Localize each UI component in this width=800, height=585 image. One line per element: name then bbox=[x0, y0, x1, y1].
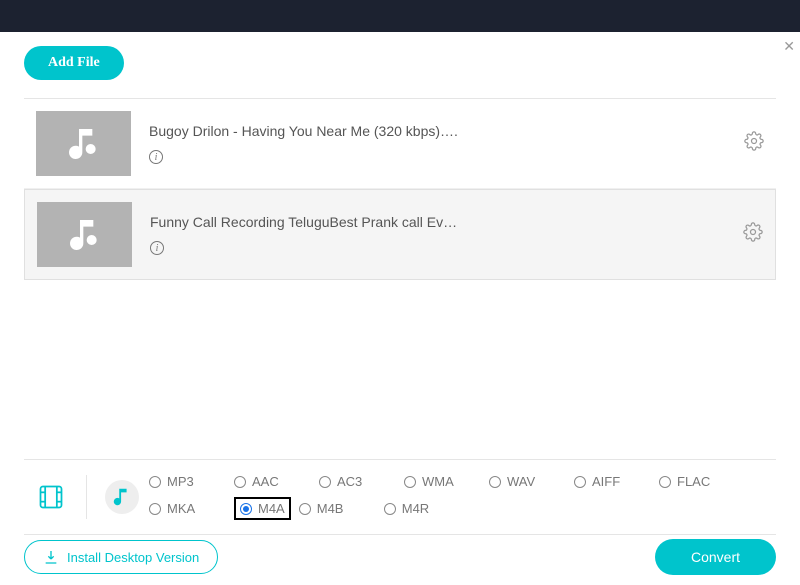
format-label: MP3 bbox=[167, 474, 194, 489]
info-icon[interactable]: i bbox=[149, 150, 163, 164]
install-desktop-button[interactable]: Install Desktop Version bbox=[24, 540, 218, 574]
music-note-icon bbox=[64, 124, 104, 164]
music-note-icon bbox=[65, 215, 105, 255]
file-info: Funny Call Recording TeluguBest Prank ca… bbox=[150, 214, 743, 256]
format-label: WMA bbox=[422, 474, 454, 489]
info-icon[interactable]: i bbox=[150, 241, 164, 255]
download-icon bbox=[43, 549, 59, 565]
format-option-m4b[interactable]: M4B bbox=[299, 497, 384, 520]
convert-button[interactable]: Convert bbox=[655, 539, 776, 575]
format-label: WAV bbox=[507, 474, 535, 489]
settings-button[interactable] bbox=[743, 222, 763, 247]
file-list: Bugoy Drilon - Having You Near Me (320 k… bbox=[24, 98, 776, 280]
format-option-ac3[interactable]: AC3 bbox=[319, 474, 404, 489]
format-option-aiff[interactable]: AIFF bbox=[574, 474, 659, 489]
format-label: AAC bbox=[252, 474, 279, 489]
format-option-mka[interactable]: MKA bbox=[149, 497, 234, 520]
main-content: Add File Bugoy Drilon - Having You Near … bbox=[0, 32, 800, 280]
app-titlebar bbox=[0, 0, 800, 32]
file-item[interactable]: Funny Call Recording TeluguBest Prank ca… bbox=[24, 189, 776, 280]
music-icon bbox=[111, 486, 133, 508]
format-label: AIFF bbox=[592, 474, 620, 489]
format-label: M4R bbox=[402, 501, 429, 516]
audio-category-button[interactable] bbox=[105, 480, 139, 514]
format-option-flac[interactable]: FLAC bbox=[659, 474, 744, 489]
audio-thumbnail bbox=[36, 111, 131, 176]
settings-button[interactable] bbox=[744, 131, 764, 156]
format-option-wav[interactable]: WAV bbox=[489, 474, 574, 489]
format-panel: MP3 AAC AC3 WMA WAV AIFF FLAC MKA M4A M4… bbox=[24, 459, 776, 535]
divider bbox=[86, 475, 87, 519]
format-option-m4a[interactable]: M4A bbox=[234, 497, 291, 520]
install-label: Install Desktop Version bbox=[67, 550, 199, 565]
gear-icon bbox=[743, 222, 763, 242]
add-file-button[interactable]: Add File bbox=[24, 46, 124, 80]
format-option-aac[interactable]: AAC bbox=[234, 474, 319, 489]
gear-icon bbox=[744, 131, 764, 151]
footer: Install Desktop Version Convert bbox=[24, 539, 776, 575]
format-option-wma[interactable]: WMA bbox=[404, 474, 489, 489]
format-label: AC3 bbox=[337, 474, 362, 489]
file-title: Funny Call Recording TeluguBest Prank ca… bbox=[150, 214, 743, 230]
file-title: Bugoy Drilon - Having You Near Me (320 k… bbox=[149, 123, 744, 139]
format-label: MKA bbox=[167, 501, 195, 516]
audio-thumbnail bbox=[37, 202, 132, 267]
format-option-mp3[interactable]: MP3 bbox=[149, 474, 234, 489]
video-category-button[interactable] bbox=[34, 480, 68, 514]
file-item[interactable]: Bugoy Drilon - Having You Near Me (320 k… bbox=[24, 99, 776, 189]
format-label: M4A bbox=[258, 501, 285, 516]
close-icon[interactable]: ✕ bbox=[783, 38, 795, 55]
format-option-m4r[interactable]: M4R bbox=[384, 497, 469, 520]
film-icon bbox=[37, 483, 65, 511]
format-label: FLAC bbox=[677, 474, 710, 489]
format-label: M4B bbox=[317, 501, 344, 516]
file-info: Bugoy Drilon - Having You Near Me (320 k… bbox=[149, 123, 744, 165]
format-grid: MP3 AAC AC3 WMA WAV AIFF FLAC MKA M4A M4… bbox=[149, 470, 776, 524]
